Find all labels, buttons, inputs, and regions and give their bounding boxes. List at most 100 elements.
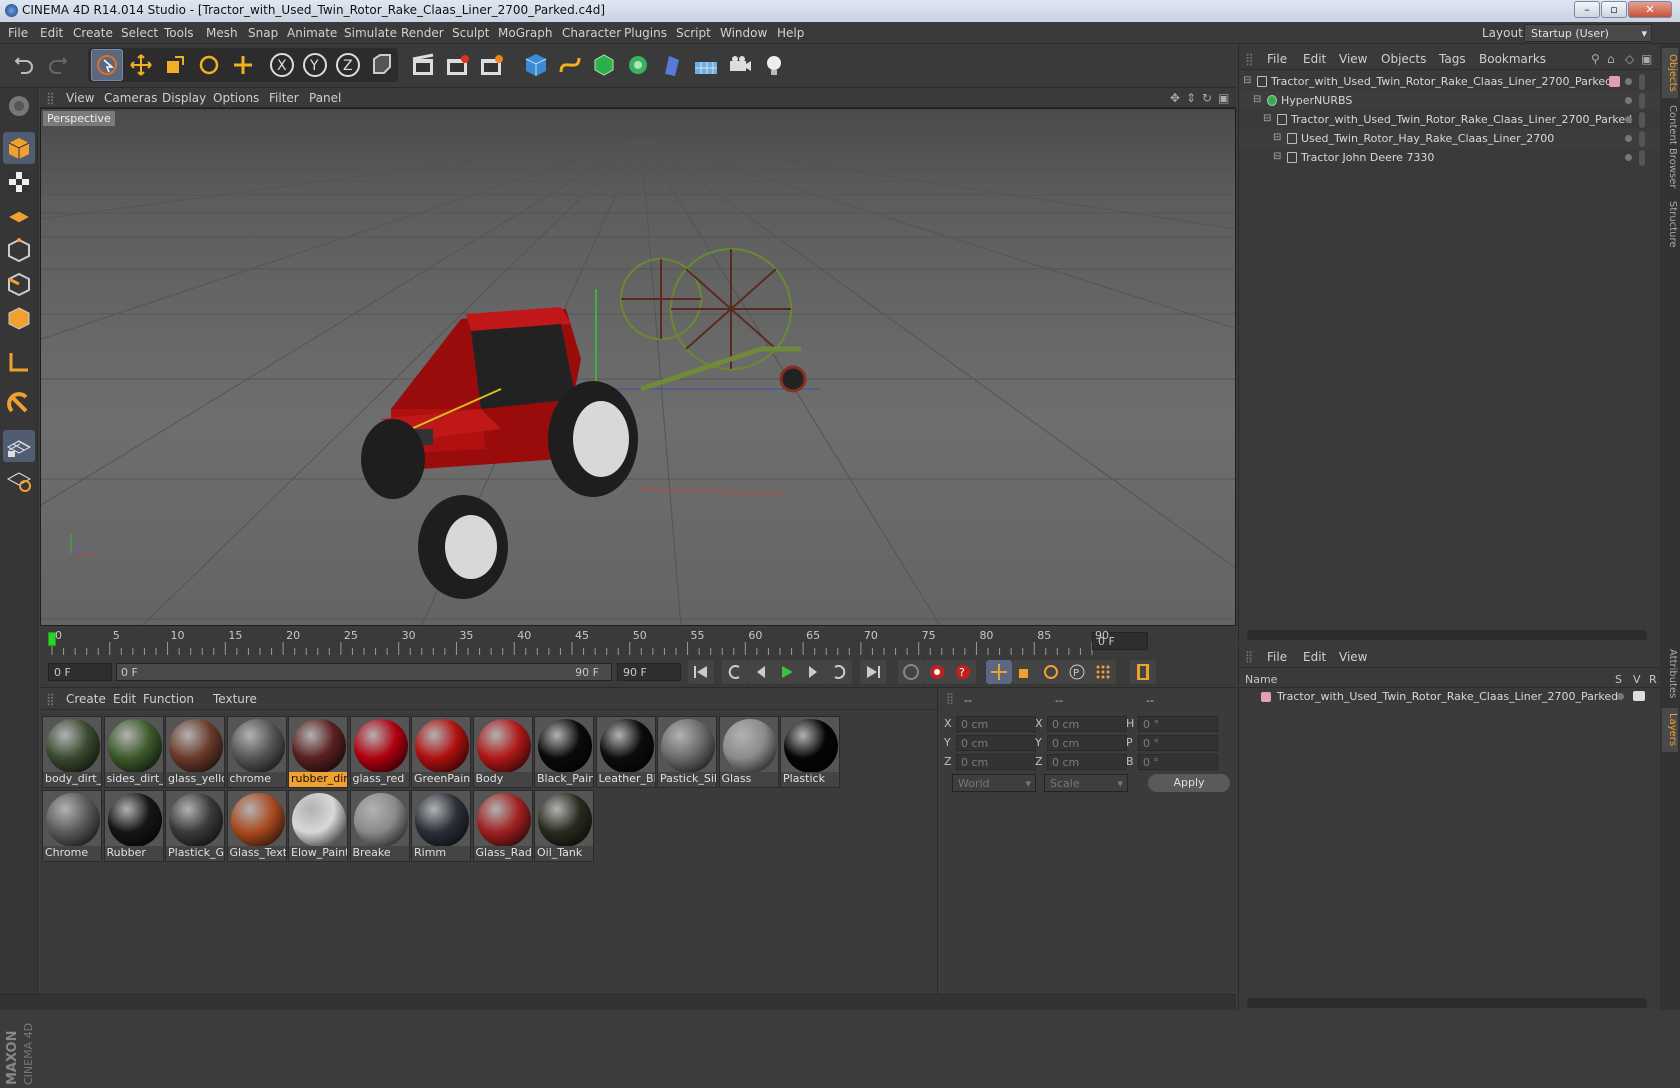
tab-layers[interactable]: Layers: [1662, 708, 1678, 752]
close-button[interactable]: ✕: [1628, 1, 1672, 18]
coordinate-system-icon[interactable]: [366, 49, 398, 81]
object-tree-row[interactable]: ⊟ Used_Twin_Rotor_Hay_Rake_Claas_Liner_27…: [1239, 129, 1661, 149]
object-tree-row[interactable]: ⊟ Tractor_with_Used_Twin_Rotor_Rake_Claas…: [1239, 110, 1661, 130]
menu-sculpt[interactable]: Sculpt: [452, 26, 489, 40]
scale-tool-icon[interactable]: [159, 49, 191, 81]
layer-solo-dot-icon[interactable]: [1617, 693, 1624, 700]
render-dot-icon[interactable]: [1639, 150, 1645, 166]
play-icon[interactable]: [774, 660, 800, 684]
layer-solo-column[interactable]: S: [1615, 673, 1622, 686]
viewport-menu-cameras[interactable]: Cameras: [104, 91, 157, 105]
menu-render[interactable]: Render: [401, 26, 444, 40]
material-swatch[interactable]: rubber_dirt: [288, 716, 348, 788]
material-menu-create[interactable]: Create: [66, 692, 106, 706]
go-to-start-icon[interactable]: [688, 660, 714, 684]
max-frame-field[interactable]: 90 F: [617, 663, 681, 681]
object-menu-view[interactable]: View: [1339, 52, 1367, 66]
menu-plugins[interactable]: Plugins: [624, 26, 667, 40]
drag-handle-icon[interactable]: ⣿: [1245, 650, 1253, 663]
menu-snap[interactable]: Snap: [248, 26, 278, 40]
keyframe-selection-icon[interactable]: ?: [950, 660, 976, 684]
spline-icon[interactable]: [554, 49, 586, 81]
expand-toggle-icon[interactable]: ⊟: [1273, 151, 1281, 162]
layer-menu-view[interactable]: View: [1339, 650, 1367, 664]
coordinate-value-field[interactable]: 0 cm: [956, 716, 1036, 732]
tab-attributes[interactable]: Attributes: [1662, 644, 1678, 704]
points-mode-icon[interactable]: [3, 234, 35, 266]
object-menu-bookmarks[interactable]: Bookmarks: [1479, 52, 1546, 66]
render-settings-icon[interactable]: [476, 49, 508, 81]
coordinate-value-field[interactable]: 0 cm: [956, 735, 1036, 751]
drag-handle-icon[interactable]: ⣿: [946, 692, 954, 705]
coordinate-value-field[interactable]: 0 °: [1138, 754, 1218, 770]
coordinate-value-field[interactable]: 0 cm: [1047, 754, 1127, 770]
menu-mograph[interactable]: MoGraph: [498, 26, 553, 40]
menu-script[interactable]: Script: [676, 26, 711, 40]
menu-mesh[interactable]: Mesh: [206, 26, 238, 40]
material-swatch[interactable]: GreenPaint: [411, 716, 471, 788]
material-swatch[interactable]: chrome: [226, 716, 287, 788]
edges-mode-icon[interactable]: [3, 268, 35, 300]
material-swatch[interactable]: Oil_Tank: [534, 790, 594, 862]
prev-key-icon[interactable]: [722, 660, 748, 684]
material-swatch[interactable]: Glass: [718, 716, 779, 788]
record-keys-icon[interactable]: [898, 660, 924, 684]
material-swatch[interactable]: Black_Paint: [534, 716, 594, 788]
material-swatch[interactable]: sides_dirt_: [103, 716, 164, 788]
nurbs-icon[interactable]: [588, 49, 620, 81]
expand-toggle-icon[interactable]: ⊟: [1273, 132, 1281, 143]
coordinate-value-field[interactable]: 0 cm: [956, 754, 1036, 770]
tab-objects[interactable]: Objects: [1662, 48, 1678, 98]
redo-button[interactable]: [42, 49, 74, 81]
visibility-dot-icon[interactable]: [1625, 135, 1632, 142]
maximize-button[interactable]: ▫: [1601, 1, 1627, 18]
visibility-dot-icon[interactable]: [1625, 78, 1632, 85]
menu-edit[interactable]: Edit: [40, 26, 63, 40]
object-menu-tags[interactable]: Tags: [1439, 52, 1466, 66]
current-frame-field[interactable]: 0 F: [48, 663, 112, 681]
viewport-move-icon[interactable]: ✥: [1170, 91, 1180, 105]
material-swatch[interactable]: Plastick_Gr: [165, 790, 225, 862]
visibility-dot-icon[interactable]: [1625, 154, 1632, 161]
position-key-icon[interactable]: [986, 660, 1012, 684]
menu-create[interactable]: Create: [73, 26, 113, 40]
go-to-end-icon[interactable]: [860, 660, 886, 684]
render-dot-icon[interactable]: [1639, 131, 1645, 147]
material-menu-texture[interactable]: Texture: [213, 692, 257, 706]
menu-character[interactable]: Character: [562, 26, 621, 40]
snapping-icon[interactable]: [3, 430, 35, 462]
workplane-mode-icon[interactable]: [3, 200, 35, 232]
tweak-mode-icon[interactable]: [3, 388, 35, 420]
object-tree-row[interactable]: ⊟ HyperNURBS: [1239, 91, 1661, 111]
visibility-dot-icon[interactable]: [1625, 97, 1632, 104]
material-swatch[interactable]: Glass_Rad: [472, 790, 533, 862]
layer-tag-icon[interactable]: [1609, 76, 1620, 87]
viewport-menu-display[interactable]: Display: [162, 91, 206, 105]
viewport-menu-view[interactable]: View: [66, 91, 94, 105]
layer-visibility-icon[interactable]: [1633, 691, 1645, 701]
rotate-tool-icon[interactable]: [193, 49, 225, 81]
coordinate-mode-select[interactable]: World ▾: [952, 774, 1036, 792]
expand-toggle-icon[interactable]: ⊟: [1263, 113, 1271, 124]
add-object-icon[interactable]: [227, 49, 259, 81]
expand-toggle-icon[interactable]: ⊟: [1253, 94, 1261, 105]
drag-handle-icon[interactable]: ⣿: [46, 692, 55, 706]
select-tool-icon[interactable]: [91, 49, 123, 81]
locked-workplane-icon[interactable]: [3, 464, 35, 496]
menu-help[interactable]: Help: [777, 26, 804, 40]
render-dot-icon[interactable]: [1639, 74, 1645, 90]
material-swatch[interactable]: Rimm: [411, 790, 471, 862]
drag-handle-icon[interactable]: ⣿: [1245, 52, 1254, 66]
cube-primitive-icon[interactable]: [520, 49, 552, 81]
next-frame-icon[interactable]: [800, 660, 826, 684]
coordinate-value-field[interactable]: 0 °: [1138, 716, 1218, 732]
menu-simulate[interactable]: Simulate: [344, 26, 397, 40]
polygons-mode-icon[interactable]: [3, 302, 35, 334]
object-tree-row[interactable]: ⊟ Tractor John Deere 7330: [1239, 148, 1661, 168]
deformer-icon[interactable]: [656, 49, 688, 81]
menu-animate[interactable]: Animate: [287, 26, 337, 40]
render-dot-icon[interactable]: [1639, 112, 1645, 128]
expand-toggle-icon[interactable]: ⊟: [1243, 75, 1251, 86]
menu-select[interactable]: Select: [121, 26, 158, 40]
rotation-key-icon[interactable]: [1038, 660, 1064, 684]
